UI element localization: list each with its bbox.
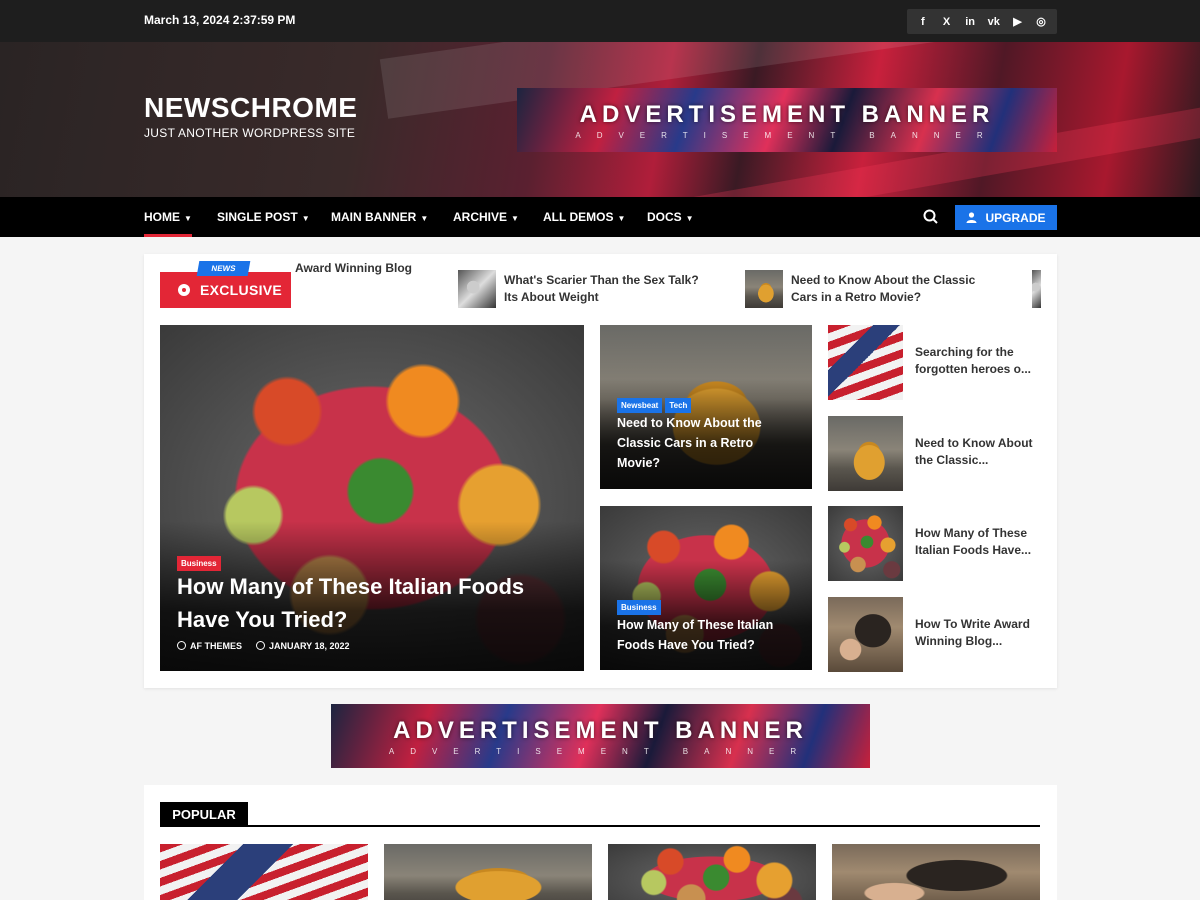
nav-item-label: ALL DEMOS xyxy=(543,210,614,224)
featured-section: EXCLUSIVE NEWS Award Winning Blog What's… xyxy=(144,254,1057,688)
ad-banner-title: ADVERTISEMENT BANNER xyxy=(579,100,995,128)
live-dot-icon xyxy=(178,284,190,296)
ticker-item[interactable]: What's Scarier Than the Sex Talk? Its Ab… xyxy=(458,270,718,308)
sidebar-post[interactable]: Need to Know About the Classic... xyxy=(828,416,1035,491)
instagram-icon[interactable]: ◎ xyxy=(1032,15,1050,28)
nav-item-label: MAIN BANNER xyxy=(331,210,417,224)
featured-post-medium[interactable]: Newsbeat Tech Need to Know About the Clas… xyxy=(600,325,812,489)
chevron-down-icon: ▼ xyxy=(420,214,429,223)
popular-post-thumbnail[interactable] xyxy=(160,844,368,900)
chevron-down-icon: ▼ xyxy=(301,214,310,223)
clock-icon xyxy=(256,641,266,650)
ticker-item-title[interactable]: Need to Know About the Classic Cars in a… xyxy=(791,272,1001,306)
sidebar-post[interactable]: Searching for the forgotten heroes o... xyxy=(828,325,1035,400)
popular-post-thumbnail[interactable] xyxy=(384,844,592,900)
post-title[interactable]: Need to Know About the Classic... xyxy=(915,416,1035,491)
content-ad-banner[interactable]: ADVERTISEMENT BANNER ADVERTISEMENT BANNE… xyxy=(331,704,870,768)
nav-item-docs[interactable]: DOCS ▼ xyxy=(647,197,694,237)
search-icon[interactable] xyxy=(922,208,940,226)
site-header: NEWSCHROME JUST ANOTHER WORDPRESS SITE A… xyxy=(0,42,1200,197)
main-navigation: HOME ▼ SINGLE POST ▼ MAIN BANNER ▼ ARCHIVE ▼… xyxy=(0,197,1200,237)
user-icon xyxy=(966,212,977,223)
nav-item-single-post[interactable]: SINGLE POST ▼ xyxy=(217,197,310,237)
header-ad-banner[interactable]: ADVERTISEMENT BANNER ADVERTISEMENT BANNE… xyxy=(517,88,1057,152)
category-badge[interactable]: Business xyxy=(177,556,221,571)
upgrade-label: UPGRADE xyxy=(985,210,1046,225)
ticker-item[interactable]: Need to Know About the Classic Cars in a… xyxy=(745,270,1005,308)
site-title[interactable]: NEWSCHROME xyxy=(144,92,357,124)
popular-post-thumbnail[interactable] xyxy=(832,844,1040,900)
nav-item-home[interactable]: HOME ▼ xyxy=(144,197,192,237)
post-title[interactable]: How Many of These Italian Foods Have... xyxy=(915,506,1035,581)
post-meta: AF THEMES JANUARY 18, 2022 xyxy=(177,641,350,651)
nav-item-label: DOCS xyxy=(647,210,682,224)
popular-post-thumbnail[interactable] xyxy=(608,844,816,900)
category-badge[interactable]: Tech xyxy=(665,398,692,413)
ticker-item-title[interactable]: What's Scarier Than the Sex Talk? Its Ab… xyxy=(504,272,714,306)
post-thumbnail[interactable] xyxy=(828,325,903,400)
youtube-icon[interactable]: ▶ xyxy=(1008,15,1026,28)
ticker-thumbnail[interactable] xyxy=(745,270,783,308)
user-icon xyxy=(177,641,186,650)
post-author[interactable]: AF THEMES xyxy=(177,641,242,651)
nav-item-label: ARCHIVE xyxy=(453,210,508,224)
post-categories: Newsbeat Tech xyxy=(617,395,694,413)
ad-banner-title: ADVERTISEMENT BANNER xyxy=(393,716,808,744)
ad-banner-subtitle: ADVERTISEMENT BANNER xyxy=(575,130,999,140)
post-thumbnail[interactable] xyxy=(828,416,903,491)
nav-item-archive[interactable]: ARCHIVE ▼ xyxy=(453,197,519,237)
ticker-thumbnail[interactable] xyxy=(458,270,496,308)
exclusive-text: EXCLUSIVE xyxy=(200,282,283,298)
x-twitter-icon[interactable]: X xyxy=(937,16,955,28)
post-title[interactable]: Searching for the forgotten heroes o... xyxy=(915,325,1035,400)
ticker-item[interactable]: Award Winning Blog xyxy=(295,261,412,277)
chevron-down-icon: ▼ xyxy=(617,214,626,223)
nav-item-label: HOME xyxy=(144,210,180,224)
exclusive-label: EXCLUSIVE xyxy=(160,272,291,308)
post-title[interactable]: How Many of These Italian Foods Have You… xyxy=(617,615,797,655)
featured-post-large[interactable]: Business How Many of These Italian Foods… xyxy=(160,325,584,671)
post-categories: Business xyxy=(617,597,664,615)
popular-section: POPULAR xyxy=(144,785,1057,900)
category-badge[interactable]: Newsbeat xyxy=(617,398,663,413)
featured-post-medium[interactable]: Business How Many of These Italian Foods… xyxy=(600,506,812,670)
sidebar-post[interactable]: How Many of These Italian Foods Have... xyxy=(828,506,1035,581)
sidebar-post[interactable]: How To Write Award Winning Blog... xyxy=(828,597,1035,672)
post-thumbnail[interactable] xyxy=(828,597,903,672)
top-bar: March 13, 2024 2:37:59 PM f X in vk ▶ ◎ xyxy=(0,0,1200,42)
nav-item-all-demos[interactable]: ALL DEMOS ▼ xyxy=(543,197,625,237)
section-divider xyxy=(160,825,1040,827)
post-title[interactable]: Need to Know About the Classic Cars in a… xyxy=(617,413,797,473)
news-badge: NEWS xyxy=(196,261,251,276)
category-badge[interactable]: Business xyxy=(617,600,661,615)
nav-item-label: SINGLE POST xyxy=(217,210,298,224)
author-name: AF THEMES xyxy=(190,641,243,651)
social-links: f X in vk ▶ ◎ xyxy=(907,9,1057,34)
popular-heading: POPULAR xyxy=(160,802,248,827)
site-tagline: JUST ANOTHER WORDPRESS SITE xyxy=(144,126,356,140)
ticker-item-title[interactable]: Award Winning Blog xyxy=(295,260,412,277)
linkedin-icon[interactable]: in xyxy=(961,16,979,28)
post-categories: Business xyxy=(177,553,224,571)
post-title[interactable]: How Many of These Italian Foods Have You… xyxy=(177,570,567,636)
post-thumbnail[interactable] xyxy=(828,506,903,581)
nav-item-main-banner[interactable]: MAIN BANNER ▼ xyxy=(331,197,428,237)
upgrade-button[interactable]: UPGRADE xyxy=(955,205,1057,230)
date-text: JANUARY 18, 2022 xyxy=(269,641,350,651)
chevron-down-icon: ▼ xyxy=(685,214,694,223)
chevron-down-icon: ▼ xyxy=(184,214,192,223)
vk-icon[interactable]: vk xyxy=(985,16,1003,28)
ticker-thumbnail[interactable] xyxy=(1032,270,1041,308)
ad-banner-subtitle: ADVERTISEMENT BANNER xyxy=(388,746,813,756)
facebook-icon[interactable]: f xyxy=(914,16,932,28)
current-date: March 13, 2024 2:37:59 PM xyxy=(144,13,296,27)
post-title[interactable]: How To Write Award Winning Blog... xyxy=(915,597,1035,672)
post-date: JANUARY 18, 2022 xyxy=(256,641,350,651)
chevron-down-icon: ▼ xyxy=(511,214,519,223)
